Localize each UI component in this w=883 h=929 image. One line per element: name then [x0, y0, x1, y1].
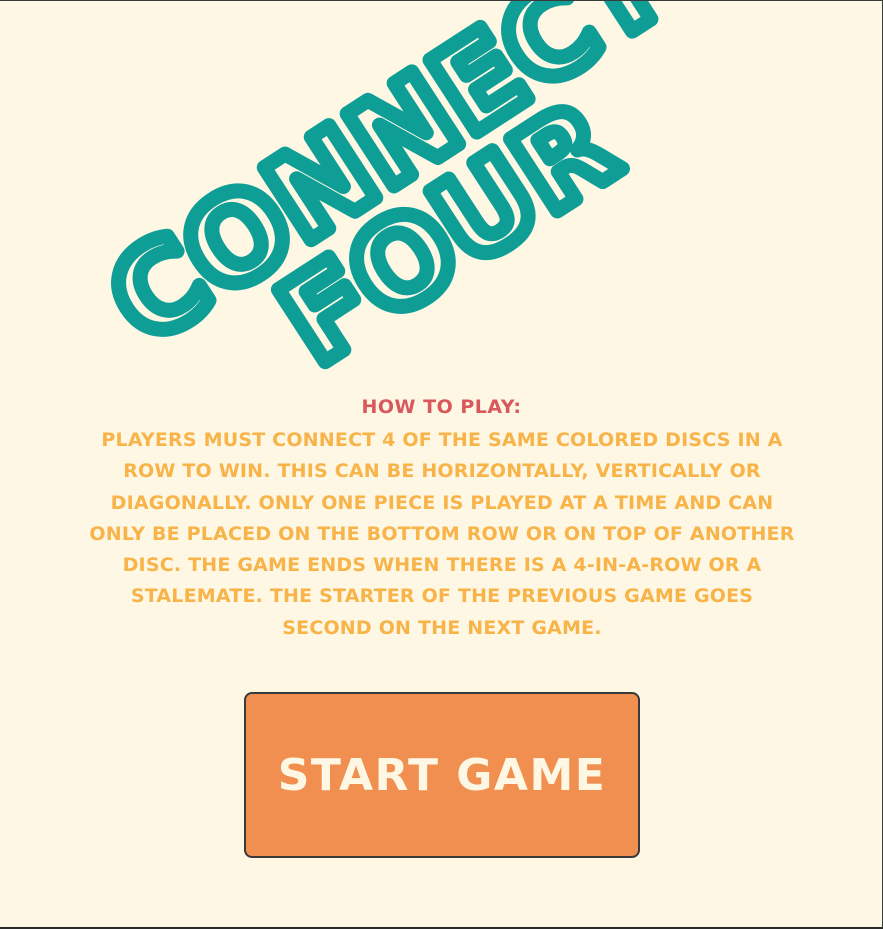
start-game-button[interactable]: Start Game	[244, 692, 640, 858]
rules-text: Players must connect 4 of the same color…	[89, 429, 795, 639]
game-logo: CONNECT CONNECT CONNECT CONNECT CONNECT …	[78, 1, 698, 381]
how-to-play-heading: How to play:	[361, 396, 522, 418]
